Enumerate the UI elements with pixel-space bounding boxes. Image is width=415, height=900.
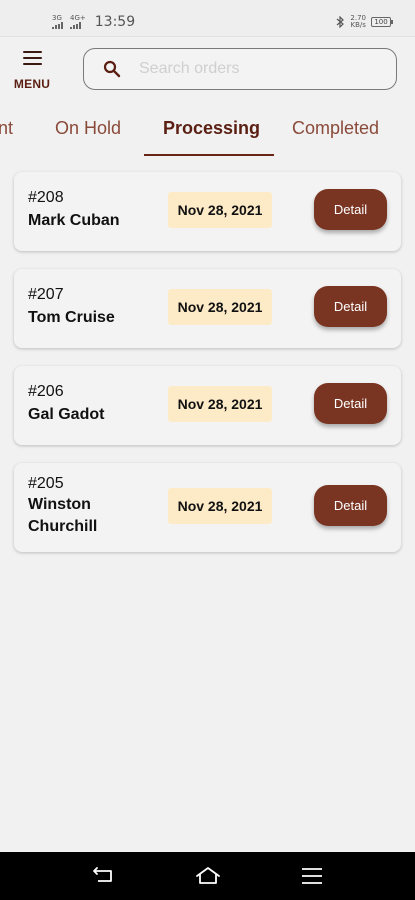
order-date-badge: Nov 28, 2021	[168, 386, 272, 422]
order-date-badge: Nov 28, 2021	[168, 488, 272, 524]
order-id: #207	[28, 286, 64, 303]
order-date-badge: Nov 28, 2021	[168, 289, 272, 325]
recents-icon[interactable]	[299, 865, 325, 887]
back-icon[interactable]	[90, 865, 116, 887]
status-bar: 3G 4G+ 13:59 2.70 KB/s 100	[0, 0, 415, 37]
battery-level: 100	[374, 18, 388, 26]
speed-unit: KB/s	[350, 21, 366, 29]
order-id: #208	[28, 189, 64, 206]
hamburger-icon	[22, 51, 42, 69]
bluetooth-icon	[337, 16, 345, 28]
battery-icon: 100	[371, 17, 393, 27]
tab-pending[interactable]: nt	[0, 100, 13, 156]
network-type: 3G	[52, 14, 62, 22]
home-icon[interactable]	[195, 865, 221, 887]
order-id: #206	[28, 383, 64, 400]
menu-button[interactable]: MENU	[10, 48, 54, 92]
order-customer-name: Winston Churchill	[28, 496, 98, 535]
tab-on-hold[interactable]: On Hold	[55, 100, 121, 156]
signal-icon	[52, 22, 63, 29]
search-bar[interactable]	[83, 48, 397, 90]
order-id: #205	[28, 475, 64, 492]
network-indicator: 3G	[52, 15, 63, 29]
active-tab-indicator	[144, 154, 274, 156]
order-card[interactable]: #207 Tom Cruise Nov 28, 2021 Detail	[14, 269, 401, 348]
status-right: 2.70 KB/s 100	[336, 15, 393, 29]
order-customer-name: Mark Cuban	[28, 212, 120, 229]
menu-label: MENU	[13, 77, 51, 91]
order-customer-name: Gal Gadot	[28, 406, 105, 423]
search-icon	[103, 60, 121, 78]
order-card[interactable]: #208 Mark Cuban Nov 28, 2021 Detail	[14, 172, 401, 251]
order-status-tabs: nt On Hold Processing Completed	[0, 100, 415, 158]
network-type: 4G+	[70, 14, 86, 22]
order-card[interactable]: #205 Winston Churchill Nov 28, 2021 Deta…	[14, 463, 401, 552]
network-speed: 2.70 KB/s	[350, 15, 366, 29]
detail-button[interactable]: Detail	[314, 286, 387, 327]
tab-completed[interactable]: Completed	[292, 100, 379, 156]
detail-button[interactable]: Detail	[314, 189, 387, 230]
detail-button[interactable]: Detail	[314, 383, 387, 424]
status-left: 3G 4G+ 13:59	[52, 14, 135, 30]
detail-button[interactable]: Detail	[314, 485, 387, 526]
tab-processing[interactable]: Processing	[163, 100, 260, 156]
order-date-badge: Nov 28, 2021	[168, 192, 272, 228]
order-card[interactable]: #206 Gal Gadot Nov 28, 2021 Detail	[14, 366, 401, 445]
clock: 13:59	[94, 14, 136, 30]
search-input[interactable]	[139, 60, 359, 78]
signal-icon	[70, 22, 81, 29]
network-indicator: 4G+	[70, 15, 86, 29]
system-nav-bar	[0, 852, 415, 900]
order-customer-name: Tom Cruise	[28, 309, 115, 326]
